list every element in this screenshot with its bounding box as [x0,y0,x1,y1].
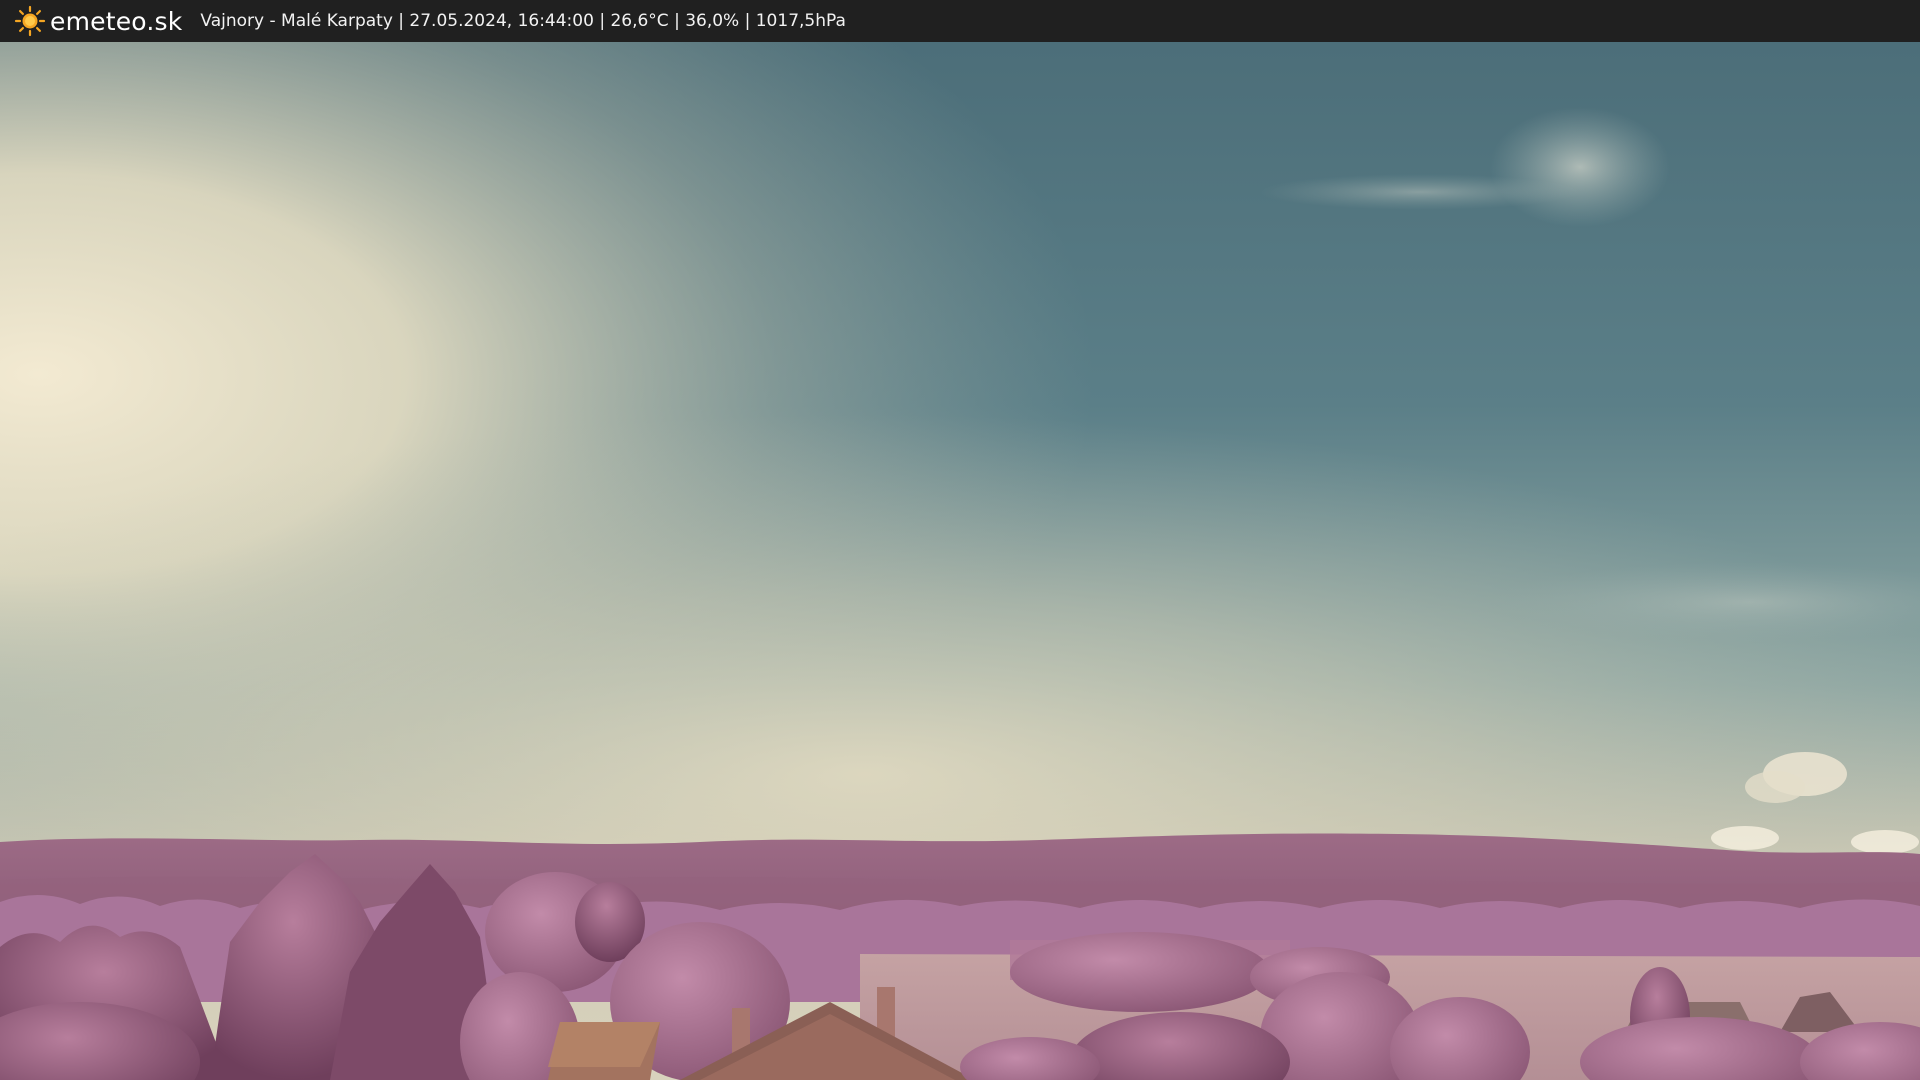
landscape-illustration [0,42,1920,1080]
webcam-frame: emeteo.sk Vajnory - Malé Karpaty | 27.05… [0,0,1920,1080]
top-bar: emeteo.sk Vajnory - Malé Karpaty | 27.05… [0,0,1920,42]
station-caption: Vajnory - Malé Karpaty | 27.05.2024, 16:… [200,11,846,31]
brand-name: emeteo.sk [50,6,183,36]
sun-icon [14,5,46,37]
logo[interactable]: emeteo.sk [14,0,182,42]
webcam-image [0,42,1920,1080]
